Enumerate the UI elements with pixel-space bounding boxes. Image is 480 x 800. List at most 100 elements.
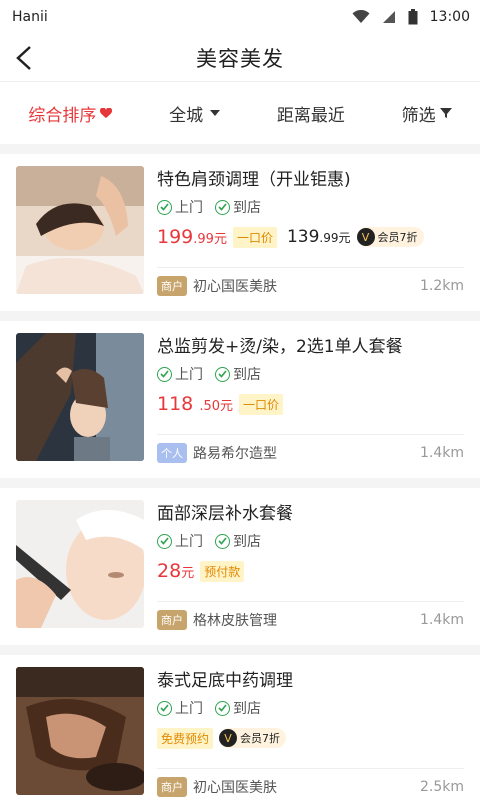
filter-distance[interactable]: 距离最近 — [277, 101, 345, 126]
price-tag: 一口价 — [232, 226, 277, 248]
back-arrow-icon[interactable] — [12, 42, 42, 74]
shop-type-badge: 商户 — [157, 276, 187, 296]
distance: 2.5km — [419, 779, 464, 795]
vip-icon: V — [356, 228, 375, 246]
wifi-icon — [352, 10, 370, 23]
check-circle-icon — [157, 366, 172, 382]
check-circle-icon — [157, 199, 172, 215]
check-circle-icon — [215, 700, 230, 716]
filter-city-label: 全城 — [169, 105, 204, 126]
filter-screen[interactable]: 筛选 — [402, 101, 452, 126]
vip-badge: V 会员7折 — [356, 227, 424, 247]
battery-icon — [408, 9, 418, 25]
filter-sort-label: 综合排序 — [28, 105, 97, 126]
divider — [157, 267, 464, 268]
service-title: 总监剪发+烫/染，2选1单人套餐 — [157, 337, 403, 357]
service-modes: 上门 到店 — [157, 196, 464, 218]
in-store-service: 到店 — [215, 698, 261, 718]
price-integer: 28 — [157, 560, 182, 582]
shop-name: 初心国医美肤 — [193, 780, 277, 796]
shop-type-badge: 商户 — [157, 777, 187, 797]
price-row: 28元 预付款 — [157, 558, 464, 584]
vip-price-decimal: .99元 — [319, 231, 351, 245]
filter-city[interactable]: 全城 — [169, 101, 221, 126]
distance: 1.2km — [419, 278, 464, 294]
service-thumbnail — [16, 166, 144, 294]
price-decimal: .50元 — [199, 399, 233, 414]
in-store-service: 到店 — [215, 531, 261, 551]
home-service-label: 上门 — [175, 367, 203, 383]
price-row: 118 .50元 一口价 — [157, 391, 464, 417]
status-bar: Hanii 13:00 — [0, 0, 480, 34]
list-item[interactable]: 面部深层补水套餐 上门 到店 28元 预付款 商户 格林皮肤管理 1.4km — [0, 488, 480, 645]
in-store-service-label: 到店 — [233, 701, 261, 717]
time-label: 13:00 — [429, 9, 470, 25]
check-circle-icon — [157, 700, 172, 716]
price-decimal: .99元 — [193, 232, 227, 247]
shop-name: 路易希尔造型 — [193, 446, 277, 462]
home-service-label: 上门 — [175, 701, 203, 717]
home-service: 上门 — [157, 364, 203, 384]
check-circle-icon — [157, 533, 172, 549]
free-booking-tag: 免费预约 — [157, 727, 214, 749]
in-store-service: 到店 — [215, 197, 261, 217]
vip-icon: V — [219, 729, 238, 747]
home-service: 上门 — [157, 197, 203, 217]
in-store-service-label: 到店 — [233, 367, 261, 383]
divider — [157, 601, 464, 602]
vip-price: 139.99元 — [287, 227, 351, 247]
service-list: 特色肩颈调理（开业钜惠) 上门 到店 199.99元 一口价 139.99元 V… — [0, 154, 480, 800]
price-tag: 预付款 — [200, 560, 245, 582]
service-title: 泰式足底中药调理 — [157, 671, 293, 691]
price-integer: 118 — [157, 393, 194, 415]
funnel-icon — [439, 108, 452, 118]
filter-distance-label: 距离最近 — [276, 105, 345, 126]
price: 199.99元 — [157, 226, 227, 248]
page-title: 美容美发 — [196, 46, 284, 71]
filter-sort[interactable]: 综合排序 — [28, 101, 113, 126]
shop-row: 商户 格林皮肤管理 1.4km — [157, 608, 464, 632]
list-item[interactable]: 特色肩颈调理（开业钜惠) 上门 到店 199.99元 一口价 139.99元 V… — [0, 154, 480, 311]
vip-badge: V 会员7折 — [219, 728, 287, 748]
home-service: 上门 — [157, 698, 203, 718]
service-modes: 上门 到店 — [157, 363, 464, 385]
heart-icon — [100, 107, 113, 118]
price-decimal: 元 — [181, 566, 195, 581]
nav-bar: 美容美发 — [0, 34, 480, 82]
price: 28元 — [157, 560, 194, 582]
shop-row: 个人 路易希尔造型 1.4km — [157, 441, 464, 465]
price-integer: 199 — [157, 226, 194, 248]
service-modes: 上门 到店 — [157, 530, 464, 552]
vip-price-integer: 139 — [286, 227, 320, 247]
home-service-label: 上门 — [175, 534, 203, 550]
vip-badge-label: 会员7折 — [240, 732, 281, 745]
shop-row: 商户 初心国医美肤 1.2km — [157, 274, 464, 298]
shop-name: 初心国医美肤 — [193, 279, 277, 295]
list-item[interactable]: 总监剪发+烫/染，2选1单人套餐 上门 到店 118 .50元 一口价 个人 路… — [0, 321, 480, 478]
home-service-label: 上门 — [175, 200, 203, 216]
price-row: 199.99元 一口价 139.99元 V 会员7折 — [157, 224, 464, 250]
divider — [157, 768, 464, 769]
status-icons: 13:00 — [352, 9, 470, 25]
service-thumbnail — [16, 333, 144, 461]
shop-type-badge: 商户 — [157, 610, 187, 630]
signal-icon — [382, 11, 395, 23]
carrier-label: Hanii — [12, 9, 48, 25]
check-circle-icon — [215, 199, 230, 215]
filter-screen-label: 筛选 — [401, 105, 436, 126]
price: 118 .50元 — [157, 393, 233, 415]
service-title: 面部深层补水套餐 — [157, 504, 293, 524]
price-tag: 一口价 — [239, 393, 284, 415]
vip-badge-label: 会员7折 — [377, 231, 418, 244]
filter-bar: 综合排序 全城 距离最近 筛选 — [0, 82, 480, 144]
shop-type-badge: 个人 — [157, 443, 187, 463]
service-thumbnail — [16, 667, 144, 795]
in-store-service-label: 到店 — [233, 534, 261, 550]
service-thumbnail — [16, 500, 144, 628]
shop-name: 格林皮肤管理 — [193, 613, 277, 629]
service-modes: 上门 到店 — [157, 697, 464, 719]
list-item[interactable]: 泰式足底中药调理 上门 到店 免费预约 V 会员7折 商户 初心国医美肤 2.5… — [0, 655, 480, 800]
home-service: 上门 — [157, 531, 203, 551]
distance: 1.4km — [419, 612, 464, 628]
divider — [157, 434, 464, 435]
